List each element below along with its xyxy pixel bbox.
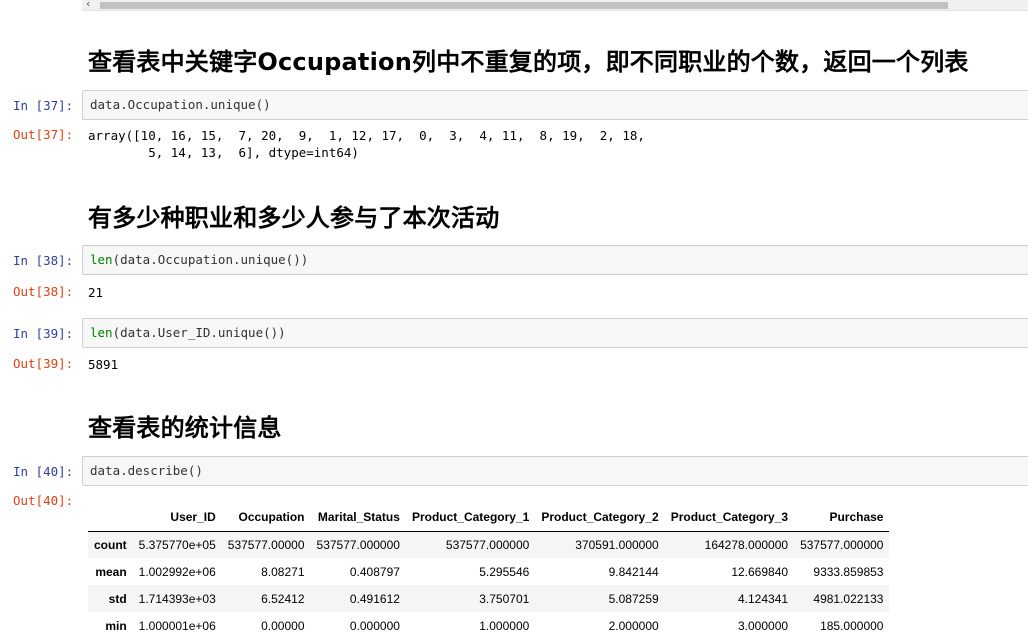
table-cell: 1.000000 — [479, 618, 530, 633]
column-header: Product_Category_1 — [405, 504, 536, 532]
column-header: Marital_Status — [310, 504, 406, 532]
table-cell: 5.295546 — [479, 564, 530, 579]
table-cell: 3.750701 — [479, 591, 530, 606]
table-cell: 537577.000000 — [800, 537, 884, 552]
table-cell: 4.124341 — [738, 591, 789, 606]
row-label: count — [94, 537, 127, 552]
table-cell: 9.842144 — [608, 564, 659, 579]
builtin-len: len — [90, 325, 113, 340]
column-header: Occupation — [221, 504, 311, 532]
table-cell: 537577.00000 — [227, 537, 305, 552]
table-cell: 0.000000 — [349, 618, 400, 633]
table-cell: 2.000000 — [608, 618, 659, 633]
input-prompt-38: In [38]: — [13, 253, 74, 268]
table-cell: 370591.000000 — [575, 537, 659, 552]
describe-dataframe: User_ID Occupation Marital_Status Produc… — [88, 504, 890, 639]
output-prompt-39: Out[39]: — [13, 356, 74, 371]
builtin-len: len — [90, 252, 113, 267]
row-label: mean — [95, 564, 127, 579]
table-cell: 0.408797 — [349, 564, 400, 579]
table-cell: 5.087259 — [608, 591, 659, 606]
table-cell: 12.669840 — [731, 564, 789, 579]
scrollbar-thumb[interactable] — [100, 2, 948, 9]
code-cell-37[interactable]: data.Occupation.unique() — [82, 90, 1028, 120]
table-cell: 3.000000 — [738, 618, 789, 633]
table-row: mean 1.002992e+06 8.08271 0.408797 5.295… — [88, 558, 890, 585]
input-prompt-40: In [40]: — [13, 464, 74, 479]
column-header: Purchase — [794, 504, 890, 532]
markdown-heading-describe: 查看表的统计信息 — [88, 414, 282, 442]
code-cell-38[interactable]: len(data.Occupation.unique()) — [82, 245, 1028, 275]
table-cell: 0.491612 — [349, 591, 400, 606]
table-cell: 1.002992e+06 — [138, 564, 216, 579]
output-text-39: 5891 — [88, 357, 119, 372]
row-label: std — [108, 591, 127, 606]
table-cell: 5.375770e+05 — [138, 537, 216, 552]
output-text-38: 21 — [88, 285, 104, 300]
column-header: Product_Category_2 — [535, 504, 665, 532]
table-cell: 537577.000000 — [445, 537, 530, 552]
code-text-38[interactable]: len(data.Occupation.unique()) — [90, 252, 308, 267]
table-header-row: User_ID Occupation Marital_Status Produc… — [88, 504, 890, 532]
code-args-39: (data.User_ID.unique()) — [112, 325, 286, 340]
code-text-39[interactable]: len(data.User_ID.unique()) — [90, 325, 286, 340]
column-header — [88, 504, 133, 532]
row-label: min — [105, 618, 127, 633]
table-cell: 4981.022133 — [813, 591, 884, 606]
code-text-40[interactable]: data.describe() — [90, 463, 203, 478]
markdown-heading-unique-occupation: 查看表中关键字Occupation列中不重复的项，即不同职业的个数，返回一个列表 — [88, 48, 969, 76]
table-cell: 185.000000 — [820, 618, 884, 633]
table-cell: 6.52412 — [261, 591, 305, 606]
output-prompt-40: Out[40]: — [13, 493, 74, 508]
horizontal-scrollbar[interactable]: ‹ — [82, 0, 1028, 11]
table-cell: 164278.000000 — [704, 537, 789, 552]
code-cell-39[interactable]: len(data.User_ID.unique()) — [82, 318, 1028, 348]
table-cell: 1.000001e+06 — [138, 618, 216, 633]
output-text-37: array([10, 16, 15, 7, 20, 9, 1, 12, 17, … — [88, 128, 645, 160]
table-cell: 8.08271 — [261, 564, 305, 579]
column-header: Product_Category_3 — [664, 504, 795, 532]
code-args-38: (data.Occupation.unique()) — [112, 252, 309, 267]
table-cell: 537577.000000 — [316, 537, 400, 552]
table-cell: 0.00000 — [261, 618, 305, 633]
table-row: std 1.714393e+03 6.52412 0.491612 3.7507… — [88, 585, 890, 612]
table-row: count 5.375770e+05 537577.00000 537577.0… — [88, 531, 890, 558]
column-header: User_ID — [132, 504, 222, 532]
output-prompt-38: Out[38]: — [13, 284, 74, 299]
scroll-left-arrow-icon[interactable]: ‹ — [86, 0, 90, 10]
input-prompt-37: In [37]: — [13, 98, 74, 113]
output-prompt-37: Out[37]: — [13, 127, 74, 142]
table-cell: 9333.859853 — [813, 564, 884, 579]
markdown-heading-counts: 有多少种职业和多少人参与了本次活动 — [88, 204, 500, 232]
input-prompt-39: In [39]: — [13, 326, 74, 341]
code-text-37[interactable]: data.Occupation.unique() — [90, 97, 271, 112]
table-row: min 1.000001e+06 0.00000 0.000000 1.0000… — [88, 612, 890, 639]
code-cell-40[interactable]: data.describe() — [82, 456, 1028, 486]
table-cell: 1.714393e+03 — [138, 591, 216, 606]
